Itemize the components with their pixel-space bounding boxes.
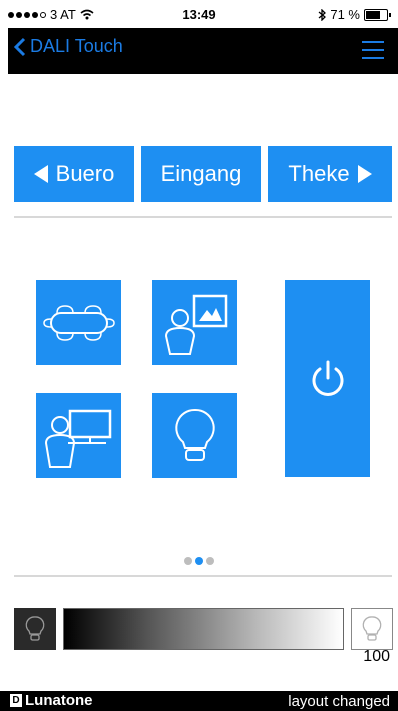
arrow-right-icon: [357, 165, 372, 183]
current-room-button[interactable]: Eingang: [141, 146, 261, 202]
scene-meeting-table-button[interactable]: [36, 280, 121, 365]
previous-room-button[interactable]: Buero: [14, 146, 134, 202]
power-icon: [312, 360, 343, 396]
current-room-label: Eingang: [160, 161, 242, 186]
page-indicator[interactable]: [0, 557, 398, 565]
battery-percent: 71 %: [330, 7, 360, 22]
scene-light-button[interactable]: [152, 393, 237, 478]
next-room-button[interactable]: Theke: [268, 146, 392, 202]
power-button[interactable]: [285, 280, 370, 477]
brand-mark-icon: D: [10, 694, 22, 707]
light-bulb-icon: [25, 616, 45, 641]
navigation-bar: DALI Touch: [8, 28, 398, 74]
person-with-picture-icon: [164, 294, 227, 355]
conference-table-icon: [42, 304, 115, 341]
divider: [14, 216, 392, 218]
dimmer-value: 100: [363, 648, 390, 665]
light-bulb-icon: [174, 408, 215, 461]
bluetooth-icon: [318, 8, 327, 21]
dimmer-slider[interactable]: [63, 608, 344, 650]
room-selector: Buero Eingang Theke: [14, 146, 392, 202]
page-dot[interactable]: [184, 557, 192, 565]
hamburger-menu-icon[interactable]: [362, 41, 384, 65]
person-with-screen-icon: [44, 409, 111, 468]
dim-min-button[interactable]: [14, 608, 56, 650]
footer-bar: D Lunatone layout changed: [0, 691, 398, 711]
arrow-left-icon: [33, 165, 48, 183]
scene-screen-button[interactable]: [36, 393, 121, 478]
next-room-label: Theke: [288, 161, 350, 186]
status-message: layout changed: [288, 693, 390, 710]
previous-room-label: Buero: [55, 161, 115, 186]
page-dot[interactable]: [195, 557, 203, 565]
light-bulb-icon: [362, 616, 382, 641]
scene-presentation-button[interactable]: [152, 280, 237, 365]
page-dot[interactable]: [206, 557, 214, 565]
chevron-left-icon: [14, 37, 26, 56]
battery-info: 71 %: [318, 7, 391, 22]
brand-logo: D Lunatone: [10, 692, 93, 709]
battery-icon: [364, 8, 391, 21]
brand-name: Lunatone: [25, 692, 93, 709]
divider: [14, 575, 392, 577]
back-button-label: DALI Touch: [30, 36, 123, 56]
dim-max-button[interactable]: [351, 608, 393, 650]
status-bar: 3 AT 13:49 71 %: [0, 0, 398, 28]
back-button[interactable]: DALI Touch: [14, 36, 123, 57]
